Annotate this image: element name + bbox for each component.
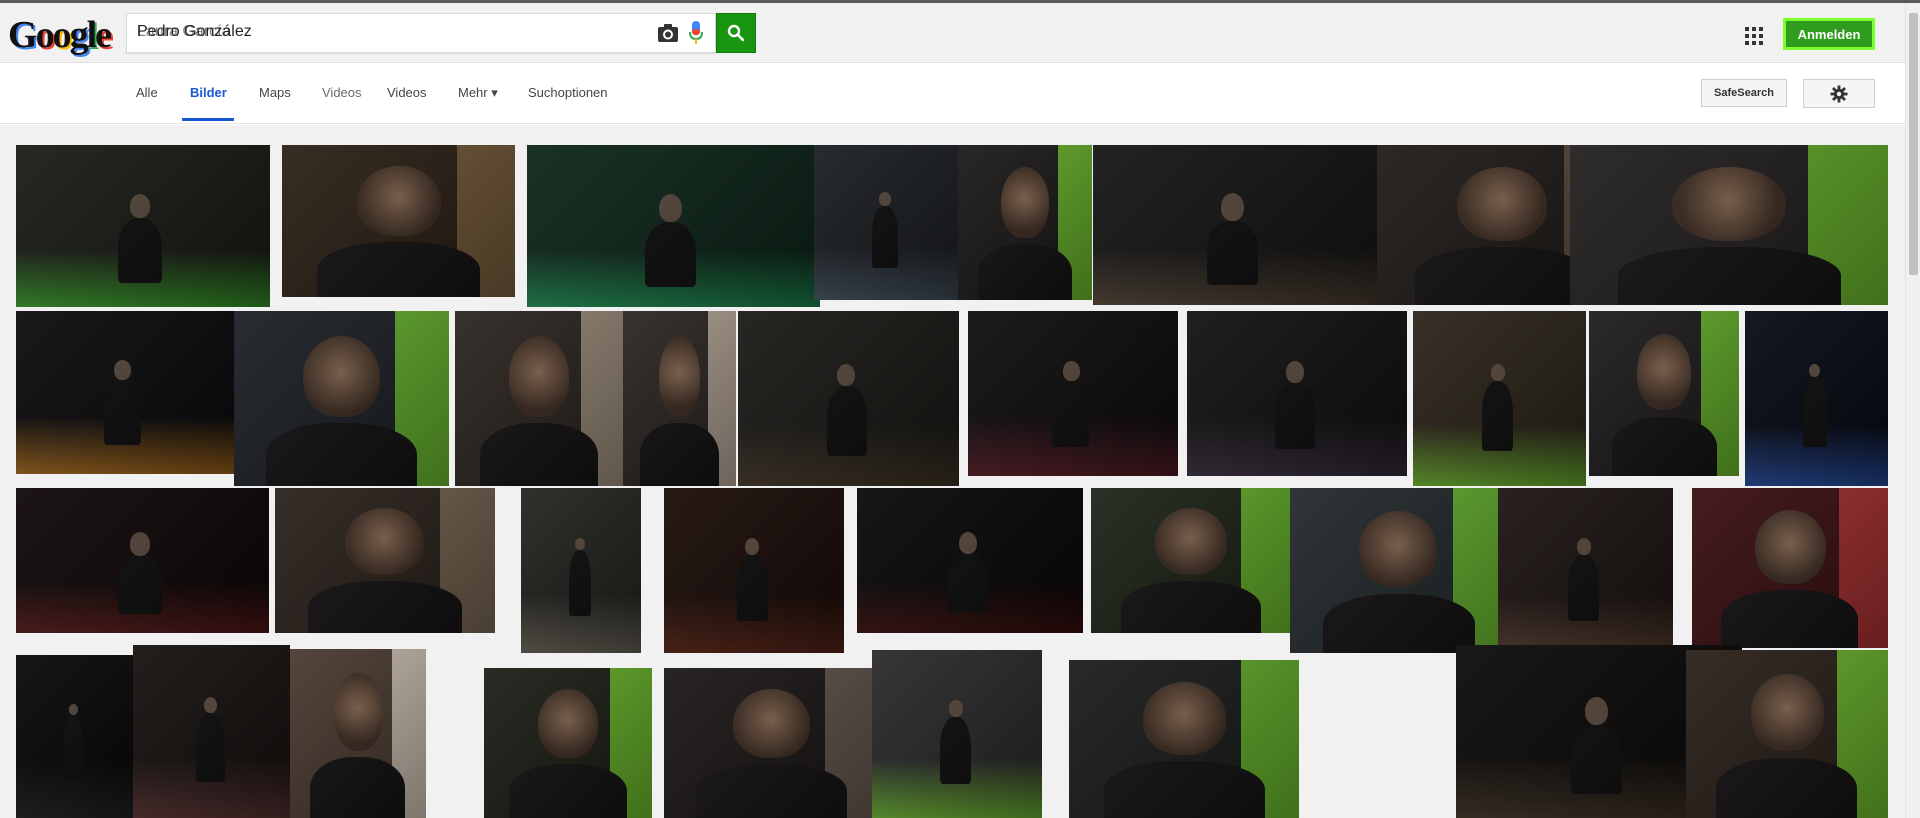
image-overlay	[1570, 145, 1888, 305]
page-scrollbar[interactable]	[1905, 3, 1920, 818]
image-result-thumbnail[interactable]	[1091, 488, 1291, 633]
tab-bilder[interactable]: Bilder	[190, 85, 227, 100]
image-overlay	[664, 668, 879, 818]
image-overlay	[16, 655, 133, 818]
image-result-thumbnail[interactable]	[1413, 311, 1586, 486]
search-input[interactable]: Laura García Pedro González	[126, 13, 716, 53]
search-tabs-bar: Alle Bilder Maps Videos Videos Mehr ▾ Su…	[0, 64, 1905, 124]
image-result-thumbnail[interactable]	[958, 145, 1092, 300]
image-overlay	[1498, 488, 1673, 653]
image-result-thumbnail[interactable]	[133, 645, 290, 818]
image-result-thumbnail[interactable]	[1498, 488, 1673, 653]
image-result-thumbnail[interactable]	[16, 488, 269, 633]
image-overlay	[1093, 145, 1378, 305]
image-overlay	[872, 650, 1042, 818]
image-overlay	[1290, 488, 1507, 653]
settings-button[interactable]	[1803, 79, 1875, 108]
tab-maps[interactable]: Maps	[259, 85, 291, 100]
image-overlay	[857, 488, 1083, 633]
image-result-thumbnail[interactable]	[16, 311, 234, 474]
image-result-thumbnail[interactable]	[275, 488, 495, 633]
tab-alle[interactable]: Alle	[136, 85, 158, 100]
logo-letter: e	[95, 14, 112, 56]
image-overlay	[664, 488, 844, 653]
image-overlay	[282, 145, 515, 297]
safesearch-button[interactable]: SafeSearch	[1701, 79, 1787, 107]
image-result-thumbnail[interactable]	[857, 488, 1083, 633]
image-result-thumbnail[interactable]	[1093, 145, 1378, 305]
image-overlay	[1686, 650, 1888, 818]
tab-videos[interactable]: Videos	[387, 85, 427, 100]
image-overlay	[133, 645, 290, 818]
image-result-thumbnail[interactable]	[1187, 311, 1407, 476]
image-overlay	[1692, 488, 1888, 648]
image-overlay	[1187, 311, 1407, 476]
scrollbar-thumb[interactable]	[1909, 13, 1918, 275]
image-overlay	[455, 311, 623, 486]
image-overlay	[234, 311, 449, 486]
image-overlay	[814, 145, 959, 300]
image-overlay	[527, 145, 820, 307]
image-result-thumbnail[interactable]	[282, 145, 515, 297]
logo-letter: o	[52, 14, 72, 56]
image-overlay	[1069, 660, 1299, 818]
logo-letter: o	[35, 14, 55, 56]
image-result-thumbnail[interactable]	[16, 655, 133, 818]
image-overlay	[738, 311, 959, 486]
image-result-thumbnail[interactable]	[664, 488, 844, 653]
logo-letter: l	[86, 14, 97, 56]
signin-button[interactable]: Anmelden	[1783, 18, 1875, 50]
image-result-thumbnail[interactable]	[814, 145, 959, 300]
image-overlay	[16, 311, 234, 474]
image-result-thumbnail[interactable]	[16, 145, 270, 307]
image-overlay	[484, 668, 652, 818]
image-result-thumbnail[interactable]	[623, 311, 736, 486]
image-result-thumbnail[interactable]	[1570, 145, 1888, 305]
image-result-thumbnail[interactable]	[738, 311, 959, 486]
image-overlay	[1745, 311, 1888, 486]
image-result-thumbnail[interactable]	[290, 649, 426, 818]
image-overlay	[1589, 311, 1739, 476]
image-overlay	[275, 488, 495, 633]
image-overlay	[521, 488, 641, 653]
active-tab-indicator	[182, 118, 234, 121]
image-result-thumbnail[interactable]	[455, 311, 623, 486]
image-result-thumbnail[interactable]	[1686, 650, 1888, 818]
image-result-thumbnail[interactable]	[527, 145, 820, 307]
image-result-thumbnail[interactable]	[234, 311, 449, 486]
image-result-thumbnail[interactable]	[484, 668, 652, 818]
image-overlay	[290, 649, 426, 818]
search-query-text: Pedro González	[137, 23, 252, 40]
search-icon	[727, 24, 745, 42]
image-overlay	[16, 145, 270, 307]
tab-news[interactable]: Videos	[322, 85, 362, 100]
image-result-thumbnail[interactable]	[1290, 488, 1507, 653]
gear-icon	[1830, 85, 1848, 102]
image-result-thumbnail[interactable]	[1745, 311, 1888, 486]
header-bar: Google Laura García Pedro González Anmel…	[0, 3, 1905, 63]
google-logo[interactable]: Google	[8, 14, 112, 56]
image-result-thumbnail[interactable]	[521, 488, 641, 653]
image-result-thumbnail[interactable]	[664, 668, 879, 818]
image-overlay	[16, 488, 269, 633]
tab-mehr[interactable]: Mehr ▾	[458, 85, 498, 101]
image-overlay	[968, 311, 1178, 476]
apps-grid-icon[interactable]	[1745, 27, 1763, 45]
image-result-thumbnail[interactable]	[968, 311, 1178, 476]
image-overlay	[958, 145, 1092, 300]
image-result-thumbnail[interactable]	[872, 650, 1042, 818]
microphone-icon[interactable]	[688, 20, 704, 46]
image-overlay	[1413, 311, 1586, 486]
tab-suchoptionen[interactable]: Suchoptionen	[528, 85, 608, 100]
logo-letter: G	[8, 14, 38, 56]
image-result-thumbnail[interactable]	[1069, 660, 1299, 818]
camera-icon[interactable]	[656, 22, 680, 44]
image-result-thumbnail[interactable]	[1589, 311, 1739, 476]
image-overlay	[623, 311, 736, 486]
search-button[interactable]	[716, 13, 756, 53]
image-overlay	[1091, 488, 1291, 633]
logo-letter: g	[69, 14, 89, 56]
image-result-thumbnail[interactable]	[1692, 488, 1888, 648]
